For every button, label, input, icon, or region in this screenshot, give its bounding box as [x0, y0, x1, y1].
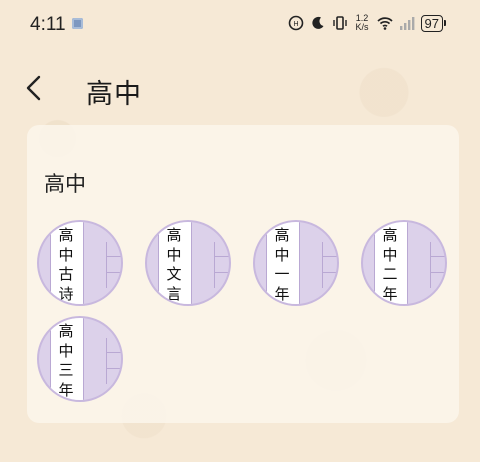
book-label-char: 高 [382, 226, 398, 244]
book-label-char: 文 [166, 265, 182, 284]
book-binding-lines [322, 242, 337, 288]
book-cover-icon: 高中三年 [37, 316, 123, 402]
network-speed-unit: K/s [355, 22, 369, 32]
book-cover-icon: 高中二年 [361, 220, 447, 306]
book-label-char: 二 [382, 265, 398, 284]
battery-level: 97 [420, 14, 443, 32]
svg-text:H: H [293, 21, 298, 28]
book-label-char: 中 [58, 341, 74, 360]
book-label-char: 高 [58, 322, 74, 340]
category-card: 高中 高中古诗 高中文言 高中一年 高 中 二 年 高 中 三 年 [27, 125, 459, 423]
book-label-char: 高 [166, 226, 182, 244]
book-label: 高中一年 [266, 228, 298, 302]
book-cover-icon: 高中古诗 [37, 220, 123, 306]
book-label-char: 三 [58, 361, 74, 380]
book-label-char: 一 [274, 265, 290, 284]
book-label-char: 年 [382, 284, 398, 303]
section-title: 高中 [44, 172, 86, 196]
book-binding-lines [106, 338, 121, 384]
book-label-char: 中 [274, 245, 290, 264]
book-cover-icon: 高中文言 [145, 220, 231, 306]
book-label-char: 高 [274, 226, 290, 244]
book-label-char: 中 [382, 245, 398, 264]
book-label-char: 中 [166, 245, 182, 264]
book-item-gaozhong-wenyan[interactable]: 高中文言 [145, 220, 231, 306]
book-label: 高中二年 [374, 228, 406, 302]
book-binding-lines [430, 242, 445, 288]
book-label: 高中文言 [158, 228, 190, 302]
moon-icon [310, 15, 326, 31]
book-label-char: 古 [58, 265, 74, 284]
book-label: 高中古诗 [50, 228, 82, 302]
book-binding-lines [106, 242, 121, 288]
book-label-char: 年 [274, 284, 290, 303]
status-icons: H 1.2 K/s 97 [288, 14, 446, 32]
back-button[interactable] [18, 72, 50, 104]
data-saver-icon: H [288, 15, 304, 31]
network-speed: 1.2 K/s [356, 14, 369, 32]
book-label-char: 年 [58, 380, 74, 399]
status-bar: 4:11 H 1.2 K/s 97 [0, 0, 480, 52]
page-title: 高中 [86, 79, 142, 110]
book-item-gaozhong-sannian[interactable]: 高中三年 [37, 316, 123, 402]
book-binding-lines [214, 242, 229, 288]
chevron-left-icon [26, 75, 41, 101]
book-cover-icon: 高中一年 [253, 220, 339, 306]
book-item-gaozhong-ernian[interactable]: 高中二年 [361, 220, 447, 306]
book-label-char: 诗 [58, 284, 74, 303]
status-time: 4:11 [30, 14, 66, 35]
app-header: 高中 [0, 60, 480, 116]
book-label-char: 中 [58, 245, 74, 264]
book-item-gaozhong-gushi[interactable]: 高中古诗 [37, 220, 123, 306]
battery-indicator: 97 [420, 14, 446, 32]
signal-icon [399, 15, 415, 31]
vibrate-icon [332, 15, 348, 31]
notification-app-icon [72, 18, 83, 29]
book-label-char: 高 [58, 226, 74, 244]
battery-tip [444, 20, 446, 26]
wifi-icon [376, 15, 393, 31]
book-item-gaozhong-yinian[interactable]: 高中一年 [253, 220, 339, 306]
book-label: 高中三年 [50, 324, 82, 398]
book-label-char: 言 [166, 284, 182, 303]
